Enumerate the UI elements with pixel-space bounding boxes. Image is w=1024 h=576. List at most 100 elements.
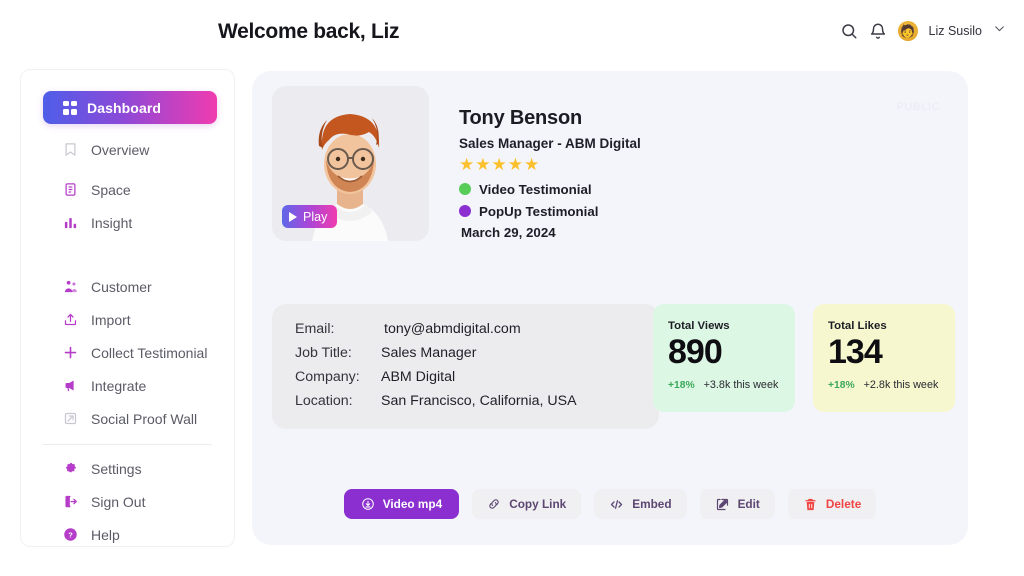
sidebar-item-settings[interactable]: Settings — [21, 452, 234, 485]
sidebar-item-label: Help — [91, 526, 120, 543]
import-icon — [64, 313, 77, 326]
users-icon — [64, 280, 77, 293]
gear-icon — [66, 463, 76, 473]
stat-label: Total Likes — [828, 320, 887, 332]
grid-icon — [63, 100, 77, 115]
avatar-glyph: 🧑 — [900, 24, 915, 38]
sidebar-item-label: Settings — [91, 460, 142, 477]
code-icon — [611, 499, 623, 509]
sidebar-item-label: Social Proof Wall — [91, 410, 198, 427]
app-header: Welcome back, Liz 🧑 Liz Susilo — [0, 0, 1024, 66]
sidebar-divider — [43, 444, 212, 445]
chevron-down-icon[interactable] — [993, 22, 1006, 40]
delete-button[interactable]: Delete — [787, 489, 877, 519]
stat-note: +2.8k this week — [863, 378, 939, 391]
help-circle-icon: ? — [64, 528, 77, 541]
sidebar-item-label: Overview — [91, 141, 150, 158]
badge-popup-testimonial: PopUp Testimonial — [459, 204, 641, 219]
sidebar-item-label: Dashboard — [87, 99, 162, 116]
detail-value: tony@abmdigital.com — [384, 321, 521, 337]
detail-value: ABM Digital — [381, 369, 456, 385]
sidebar-item-dashboard[interactable]: Dashboard — [43, 91, 217, 124]
stat-percent: +18% — [828, 379, 855, 391]
detail-value: Sales Manager — [381, 345, 477, 361]
details-card: Email: tony@abmdigital.com Job Title: Sa… — [272, 304, 659, 429]
action-label: Edit — [737, 497, 760, 511]
badge-label: Video Testimonial — [479, 181, 592, 197]
profile-date: March 29, 2024 — [461, 224, 556, 240]
sidebar-item-label: Collect Testimonial — [91, 344, 208, 361]
sidebar-item-insight[interactable]: Insight — [21, 206, 234, 239]
sidebar-item-social-proof-wall[interactable]: Social Proof Wall — [21, 402, 234, 435]
book-icon — [65, 183, 76, 196]
edit-button[interactable]: Edit — [699, 489, 775, 519]
sidebar-item-label: Import — [91, 311, 131, 328]
copy-link-button[interactable]: Copy Link — [472, 489, 582, 519]
video-thumbnail[interactable]: Play — [272, 86, 429, 241]
detail-key: Company: — [295, 369, 360, 385]
plus-icon — [64, 346, 77, 359]
stat-value: 890 — [668, 333, 723, 371]
status-dot — [459, 205, 471, 218]
page-title: Welcome back, Liz — [218, 20, 400, 43]
action-bar: Video mp4 Copy Link Embed Edit Delete — [252, 489, 968, 519]
sidebar-item-label: Space — [91, 181, 131, 198]
action-label: Copy Link — [509, 497, 567, 511]
edit-icon — [716, 498, 728, 510]
sidebar-item-label: Insight — [91, 214, 133, 231]
sidebar-item-space[interactable]: Space — [21, 173, 234, 206]
stat-card-total-likes: Total Likes 134 +18% +2.8k this week — [813, 304, 955, 412]
search-icon[interactable] — [840, 22, 858, 40]
external-link-icon — [64, 412, 77, 425]
sidebar-item-customer[interactable]: Customer — [21, 270, 234, 303]
logout-icon — [65, 495, 77, 508]
embed-button[interactable]: Embed — [594, 489, 687, 519]
stat-note: +3.8k this week — [703, 378, 779, 391]
sidebar-item-integrate[interactable]: Integrate — [21, 369, 234, 402]
stat-value: 134 — [828, 333, 883, 371]
profile-name: Tony Benson — [459, 107, 582, 129]
profile-header: Play Tony Benson Sales Manager - ABM Dig… — [272, 86, 641, 241]
detail-row-location: Location: San Francisco, California, USA — [295, 393, 659, 409]
sidebar-item-label: Sign Out — [91, 493, 146, 510]
detail-key: Job Title: — [295, 345, 352, 361]
sidebar-item-sign-out[interactable]: Sign Out — [21, 485, 234, 518]
ghost-badge: PUBLIC — [896, 101, 940, 113]
video-mp4-button[interactable]: Video mp4 — [343, 489, 460, 519]
header-actions: 🧑 Liz Susilo — [840, 21, 1007, 41]
action-label: Embed — [632, 497, 672, 511]
profile-info: Tony Benson Sales Manager - ABM Digital … — [459, 86, 641, 241]
avatar[interactable]: 🧑 — [897, 21, 918, 41]
profile-role: Sales Manager - ABM Digital — [459, 136, 641, 151]
stat-footer: +18% +3.8k this week — [668, 379, 795, 391]
play-icon — [289, 211, 297, 222]
bookmark-icon — [65, 143, 76, 156]
sidebar-item-collect-testimonial[interactable]: Collect Testimonial — [21, 336, 234, 369]
badge-label: PopUp Testimonial — [479, 203, 599, 219]
action-label: Delete — [825, 497, 862, 511]
bar-chart-icon — [64, 218, 77, 229]
main-panel: PUBLIC Play Tony Benson Sales Manager - … — [252, 71, 968, 545]
play-button[interactable]: Play — [282, 205, 338, 228]
detail-row-company: Company: ABM Digital — [295, 369, 659, 385]
user-name[interactable]: Liz Susilo — [929, 24, 983, 38]
status-dot — [459, 183, 471, 196]
stat-footer: +18% +2.8k this week — [828, 379, 955, 391]
detail-key: Email: — [295, 321, 335, 337]
detail-value: San Francisco, California, USA — [381, 393, 577, 409]
detail-key: Location: — [295, 393, 353, 409]
sidebar-item-overview[interactable]: Overview — [21, 133, 234, 166]
stat-percent: +18% — [668, 379, 695, 391]
detail-row-job-title: Job Title: Sales Manager — [295, 345, 659, 361]
stat-card-total-views: Total Views 890 +18% +3.8k this week — [653, 304, 795, 412]
detail-row-email: Email: tony@abmdigital.com — [295, 321, 659, 337]
megaphone-icon — [65, 380, 74, 392]
play-label: Play — [303, 209, 328, 224]
sidebar-item-label: Customer — [91, 278, 152, 295]
trash-icon — [805, 498, 816, 510]
badge-video-testimonial: Video Testimonial — [459, 182, 641, 197]
sidebar-item-help[interactable]: ? Help — [21, 518, 234, 551]
bell-icon[interactable] — [869, 22, 887, 40]
sidebar-item-import[interactable]: Import — [21, 303, 234, 336]
